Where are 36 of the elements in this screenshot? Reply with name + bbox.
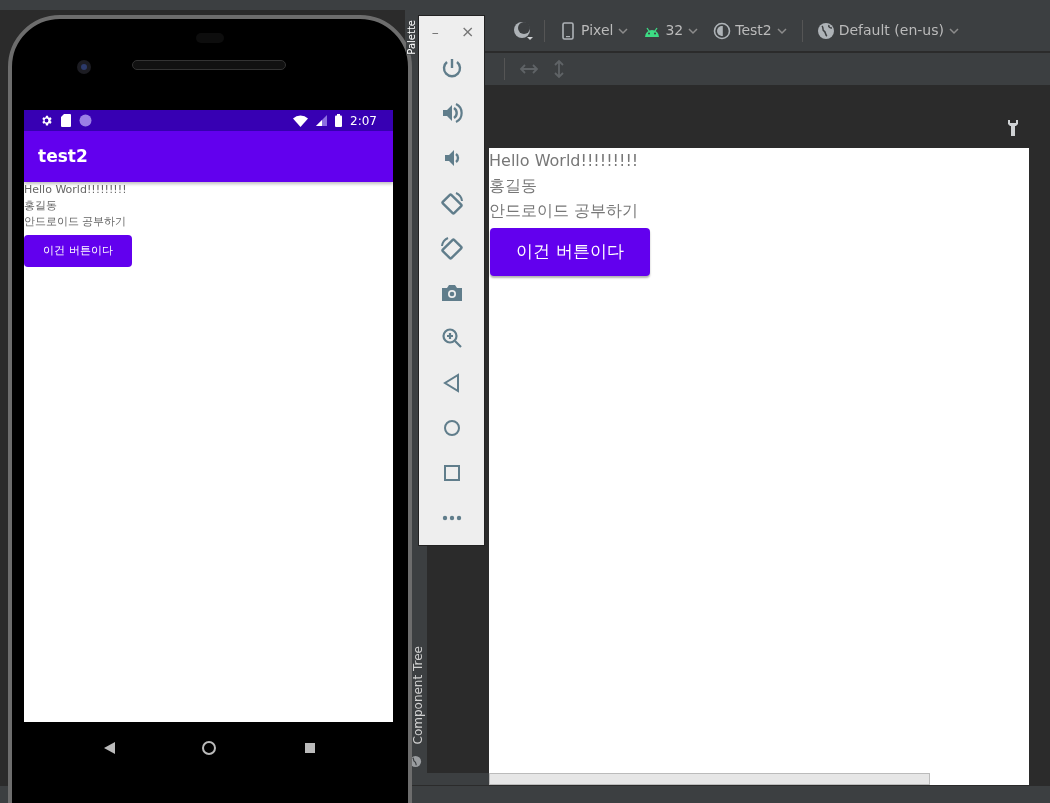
battery-icon xyxy=(335,114,343,127)
app-title: test2 xyxy=(38,144,88,168)
preview-text: 홍길동 xyxy=(489,175,537,197)
settings-icon xyxy=(40,114,53,127)
side-tab[interactable]: Palette xyxy=(406,20,418,55)
sd-card-icon xyxy=(61,114,71,127)
home-icon[interactable] xyxy=(201,740,217,756)
app-text: 안드로이드 공부하기 xyxy=(24,214,127,230)
theme-icon xyxy=(713,21,732,40)
circle-icon xyxy=(79,114,92,127)
side-tab[interactable]: Component Tree xyxy=(409,646,427,745)
globe-icon xyxy=(816,21,835,40)
clock-text: 2:07 xyxy=(350,112,377,130)
app-text: 홍길동 xyxy=(24,198,57,214)
close-button[interactable]: × xyxy=(457,22,478,42)
rotate-right-icon[interactable] xyxy=(439,236,464,260)
back-icon[interactable] xyxy=(104,742,116,754)
camera-lens-icon xyxy=(76,59,92,75)
preview-button[interactable]: 이건 버튼이다 xyxy=(490,228,650,276)
zoom-icon[interactable] xyxy=(439,326,464,350)
wrench-icon[interactable] xyxy=(1006,119,1020,137)
night-mode-icon[interactable] xyxy=(512,19,534,42)
signal-icon xyxy=(316,115,328,126)
theme-dropdown[interactable]: Test2 xyxy=(735,20,772,41)
api-dropdown[interactable]: 32 xyxy=(665,20,684,41)
app-button[interactable]: 이건 버튼이다 xyxy=(24,235,132,267)
wifi-icon xyxy=(293,114,309,127)
app-text: Hello World!!!!!!!!! xyxy=(24,182,127,198)
phone-icon xyxy=(559,21,577,40)
locale-dropdown[interactable]: Default (en-us) xyxy=(838,20,944,41)
preview-text: Hello World!!!!!!!!! xyxy=(489,150,639,172)
preview-text: 안드로이드 공부하기 xyxy=(489,200,639,222)
horizontal-scrollbar[interactable] xyxy=(427,773,930,785)
minimize-button[interactable]: – xyxy=(425,22,446,42)
device-dropdown[interactable]: Pixel xyxy=(581,20,614,41)
rotate-left-icon[interactable] xyxy=(439,191,464,215)
